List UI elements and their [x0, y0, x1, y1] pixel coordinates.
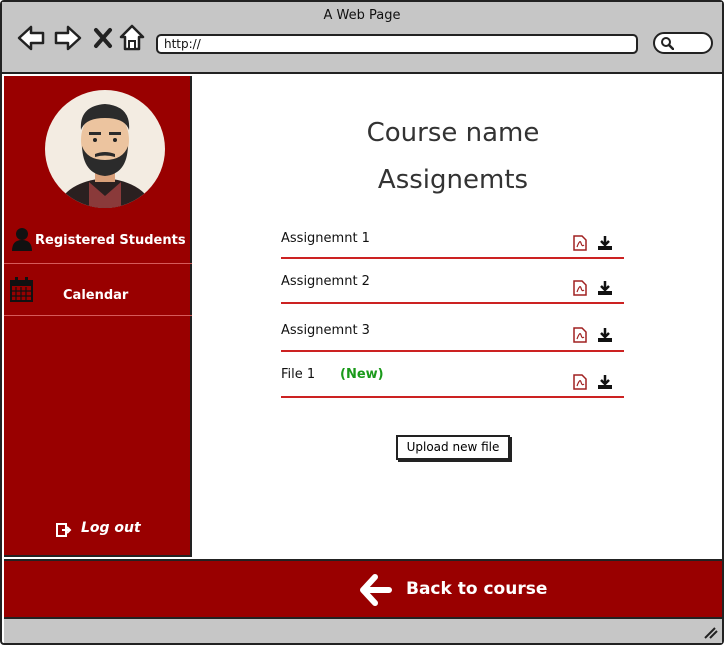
search-field[interactable]: [653, 32, 713, 54]
pdf-icon[interactable]: [573, 280, 587, 296]
new-badge: (New): [340, 367, 384, 382]
file-row: Assignemnt 2: [281, 260, 624, 304]
calendar-icon: [10, 277, 33, 302]
file-name[interactable]: Assignemnt 3: [281, 323, 370, 338]
file-name[interactable]: Assignemnt 1: [281, 231, 370, 246]
user-icon: [12, 228, 32, 251]
window-title: A Web Page: [323, 8, 401, 23]
back-arrow-icon: [360, 574, 392, 606]
file-name[interactable]: Assignemnt 2: [281, 274, 370, 289]
course-title: Course name: [366, 118, 540, 148]
resize-grip-icon[interactable]: [702, 625, 718, 639]
file-row: File 1 (New): [281, 354, 624, 398]
sidebar-item-calendar[interactable]: Calendar: [4, 276, 192, 312]
footer-bar: Back to course: [4, 559, 722, 619]
home-icon[interactable]: [119, 24, 145, 52]
title-bar: A Web Page http://: [2, 2, 722, 74]
divider: [4, 315, 192, 316]
sidebar: Registered Students Calendar Log out: [4, 76, 192, 557]
divider: [281, 302, 624, 304]
file-name[interactable]: File 1: [281, 367, 315, 382]
sidebar-item-label: Calendar: [63, 288, 129, 303]
divider: [281, 350, 624, 352]
browser-window: A Web Page http:// Registered Students C…: [0, 0, 724, 645]
download-icon[interactable]: [597, 327, 613, 343]
divider: [281, 396, 624, 398]
back-to-course-label: Back to course: [406, 579, 548, 599]
pdf-icon[interactable]: [573, 235, 587, 251]
download-icon[interactable]: [597, 280, 613, 296]
avatar: [45, 90, 165, 208]
section-title: Assignemts: [377, 165, 529, 195]
pdf-icon[interactable]: [573, 327, 587, 343]
status-bar: [4, 619, 722, 643]
sidebar-item-registered-students[interactable]: Registered Students: [4, 226, 192, 262]
pdf-icon[interactable]: [573, 374, 587, 390]
back-arrow-icon[interactable]: [16, 24, 46, 52]
upload-file-button[interactable]: Upload new file: [396, 435, 510, 460]
download-icon[interactable]: [597, 235, 613, 251]
forward-arrow-icon[interactable]: [53, 24, 83, 52]
search-icon: [661, 37, 674, 50]
file-row: Assignemnt 3: [281, 308, 624, 352]
divider: [281, 257, 624, 259]
sidebar-item-label: Registered Students: [35, 233, 186, 248]
divider: [4, 263, 192, 264]
logout-icon: [56, 523, 72, 537]
profile-picture: [57, 104, 153, 208]
download-icon[interactable]: [597, 374, 613, 390]
file-row: Assignemnt 1: [281, 215, 624, 259]
back-to-course-button[interactable]: Back to course: [360, 574, 547, 608]
stop-icon[interactable]: [93, 27, 113, 49]
logout-label: Log out: [81, 520, 141, 536]
url-input[interactable]: http://: [156, 34, 638, 54]
